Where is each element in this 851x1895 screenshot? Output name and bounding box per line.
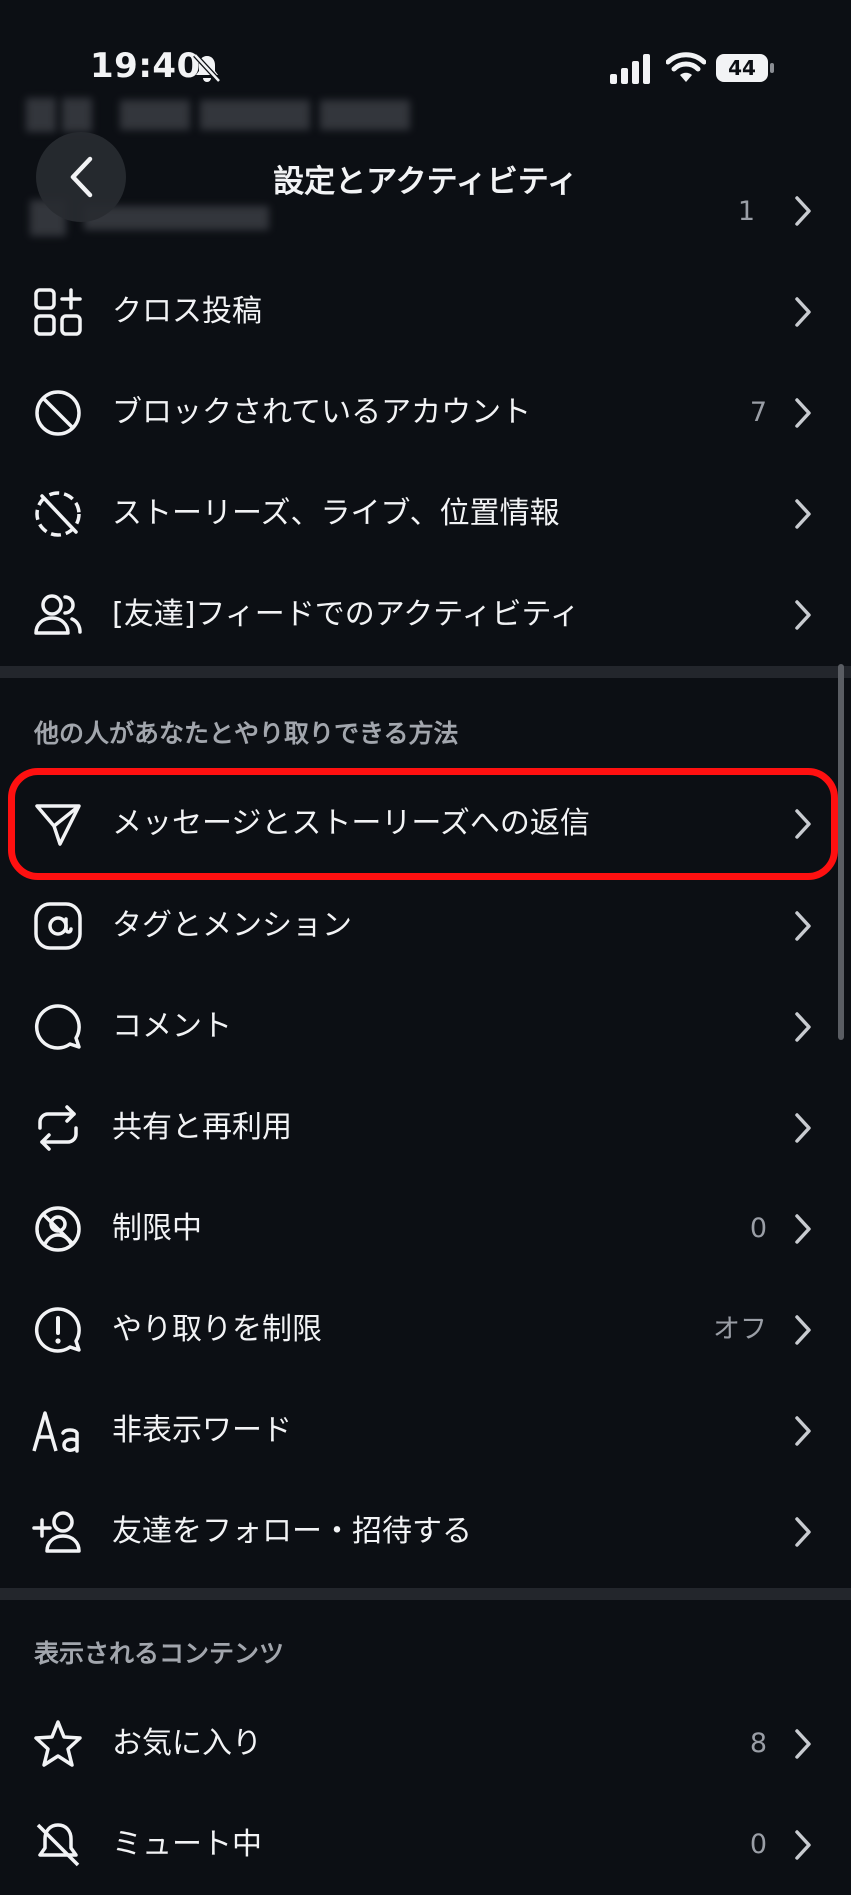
- battery-level: 44: [728, 56, 756, 80]
- row-label: タグとメンション: [112, 908, 352, 943]
- row-label: やり取りを制限: [112, 1312, 322, 1347]
- mute-icon: [32, 1819, 84, 1871]
- settings-row-tags-mentions[interactable]: タグとメンション: [0, 876, 851, 976]
- row-value: オフ: [713, 1314, 767, 1345]
- restricted-icon: [32, 1203, 84, 1255]
- row-label: [友達]フィードでのアクティビティ: [112, 597, 580, 632]
- section-header-interactions: 他の人があなたとやり取りできる方法: [34, 719, 459, 748]
- row-label: 友達をフォロー・招待する: [112, 1514, 472, 1549]
- blurred-content: [120, 100, 190, 130]
- people-icon: [32, 589, 84, 641]
- settings-row-limit-interactions[interactable]: やり取りを制限 オフ: [0, 1280, 851, 1380]
- chevron-right-icon: [793, 498, 813, 530]
- chevron-right-icon: [793, 397, 813, 429]
- row-label: クロス投稿: [112, 294, 262, 329]
- blurred-content: [62, 98, 92, 132]
- chevron-right-icon: [793, 1011, 813, 1043]
- star-icon: [32, 1718, 84, 1770]
- story-hide-icon: [32, 488, 84, 540]
- signal-icon: [610, 54, 652, 84]
- add-person-icon: [32, 1506, 84, 1558]
- wifi-icon: [666, 52, 706, 84]
- block-icon: [32, 387, 84, 439]
- settings-row-comments[interactable]: コメント: [0, 977, 851, 1077]
- chevron-right-icon: [793, 1728, 813, 1760]
- limit-icon: [32, 1304, 84, 1356]
- row-value: 0: [749, 1213, 767, 1244]
- settings-row-cross-post[interactable]: クロス投稿: [0, 262, 851, 362]
- page-title: 設定とアクティビティ: [273, 164, 578, 200]
- row-label: 制限中: [112, 1211, 202, 1246]
- settings-row-blocked[interactable]: ブロックされているアカウント 7: [0, 363, 851, 463]
- settings-row-follow-invite[interactable]: 友達をフォロー・招待する: [0, 1482, 851, 1582]
- row-value: 7: [749, 397, 767, 428]
- settings-row-muted[interactable]: ミュート中 0: [0, 1795, 851, 1895]
- blurred-content: [200, 100, 310, 130]
- row-label: ミュート中: [112, 1827, 262, 1862]
- chevron-right-icon[interactable]: [793, 195, 813, 227]
- settings-row-favorites[interactable]: お気に入り 8: [0, 1694, 851, 1794]
- chevron-right-icon: [793, 1213, 813, 1245]
- settings-row-sharing-remix[interactable]: 共有と再利用: [0, 1078, 851, 1178]
- row-label: ストーリーズ、ライブ、位置情報: [112, 496, 560, 531]
- chevron-right-icon: [793, 599, 813, 631]
- row-label: 非表示ワード: [112, 1413, 292, 1448]
- settings-row-restricted[interactable]: 制限中 0: [0, 1179, 851, 1279]
- section-divider: [0, 1588, 851, 1600]
- row-label: ブロックされているアカウント: [112, 395, 532, 430]
- settings-row-friends-feed[interactable]: [友達]フィードでのアクティビティ: [0, 565, 851, 665]
- chevron-right-icon: [793, 1415, 813, 1447]
- text-aa-icon: [32, 1405, 84, 1457]
- repost-icon: [32, 1102, 84, 1154]
- at-icon: [32, 900, 84, 952]
- row-value: 0: [749, 1829, 767, 1860]
- row-label: 共有と再利用: [112, 1110, 292, 1145]
- chevron-right-icon: [793, 296, 813, 328]
- chevron-right-icon: [793, 1516, 813, 1548]
- chevron-right-icon: [793, 910, 813, 942]
- blurred-content: [320, 100, 410, 130]
- highlight-annotation: [8, 768, 838, 880]
- row-value: 8: [749, 1728, 767, 1759]
- status-time: 19:40: [90, 46, 201, 86]
- chevron-right-icon: [793, 1112, 813, 1144]
- chevron-right-icon: [793, 1314, 813, 1346]
- chevron-right-icon: [793, 1829, 813, 1861]
- row-label: コメント: [112, 1009, 232, 1044]
- settings-row-story-live-location[interactable]: ストーリーズ、ライブ、位置情報: [0, 464, 851, 564]
- row-label: お気に入り: [112, 1726, 262, 1761]
- bell-muted-icon: [192, 52, 222, 84]
- blurred-content: [26, 98, 56, 132]
- settings-row-hidden-words[interactable]: 非表示ワード: [0, 1381, 851, 1481]
- scrollbar[interactable]: [838, 664, 844, 1040]
- section-divider: [0, 666, 851, 678]
- cross-post-icon: [32, 286, 84, 338]
- row-value: 1: [737, 196, 755, 227]
- section-header-content: 表示されるコンテンツ: [34, 1639, 285, 1668]
- comment-icon: [32, 1001, 84, 1053]
